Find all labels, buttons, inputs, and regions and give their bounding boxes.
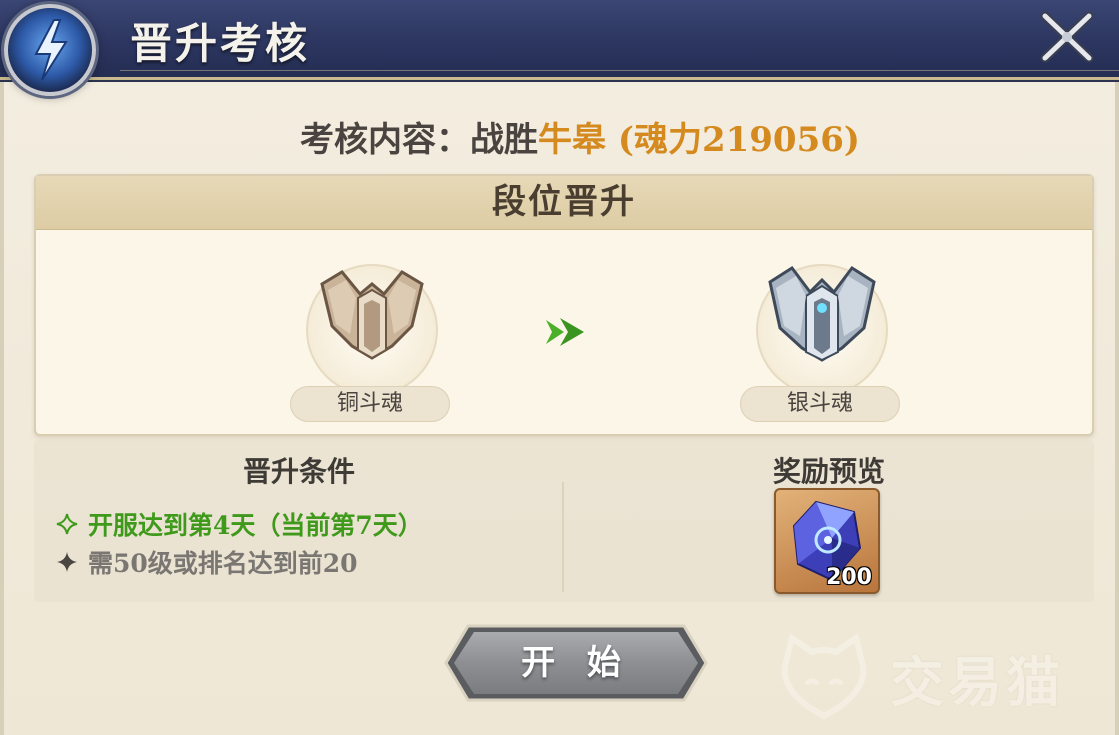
close-icon[interactable] xyxy=(1037,8,1097,66)
next-rank-label: 银斗魂 xyxy=(740,386,900,422)
start-button[interactable]: 开 始 xyxy=(442,622,710,704)
divider xyxy=(562,482,564,592)
title-bar: 晋升考核 xyxy=(0,0,1119,96)
cat-logo-icon xyxy=(781,633,867,720)
start-button-label: 开 始 xyxy=(521,643,631,683)
close-button[interactable] xyxy=(1037,8,1097,66)
task-prefix: 考核内容：战胜 xyxy=(300,120,539,160)
conditions-title: 晋升条件 xyxy=(242,455,355,488)
current-rank-label: 铜斗魂 xyxy=(290,386,450,422)
condition-text: 开服达到第4天（当前第7天） xyxy=(88,511,423,540)
task-description: 考核内容：战胜牛皋 (魂力219056) xyxy=(4,112,1119,161)
opponent-power: (魂力219056) xyxy=(617,120,860,160)
reward-title: 奖励预览 xyxy=(772,455,885,488)
promotion-panel: 考核内容：战胜牛皋 (魂力219056) 段位晋升 铜斗魂 银斗魂 晋升条件 奖… xyxy=(0,82,1119,735)
condition-text: 需50级或排名达到前20 xyxy=(88,549,358,578)
silver-rank-badge-icon xyxy=(768,265,876,362)
bronze-rank-badge-icon xyxy=(320,270,424,360)
sparkle-icon xyxy=(57,552,77,572)
reward-item[interactable]: 200 xyxy=(774,488,880,594)
next-rank: 银斗魂 xyxy=(702,236,942,426)
current-rank: 铜斗魂 xyxy=(252,236,492,426)
rank-promotion-box: 段位晋升 铜斗魂 银斗魂 xyxy=(34,174,1094,436)
sparkle-icon xyxy=(56,513,78,535)
rank-heading: 段位晋升 xyxy=(36,176,1092,230)
double-chevron-right-icon xyxy=(546,318,584,346)
condition-item: 需50级或排名达到前20 xyxy=(56,544,358,580)
watermark: 交易猫 xyxy=(774,627,1114,727)
conditions-and-rewards: 晋升条件 奖励预览 开服达到第4天（当前第7天） 需50级或排名达到前20 20… xyxy=(34,440,1094,602)
watermark-text: 交易猫 xyxy=(890,649,1064,714)
condition-item: 开服达到第4天（当前第7天） xyxy=(56,506,423,542)
page-title: 晋升考核 xyxy=(130,19,311,68)
reward-count: 200 xyxy=(826,565,872,590)
opponent-name: 牛皋 xyxy=(538,120,607,160)
lightning-emblem-icon xyxy=(4,4,96,96)
